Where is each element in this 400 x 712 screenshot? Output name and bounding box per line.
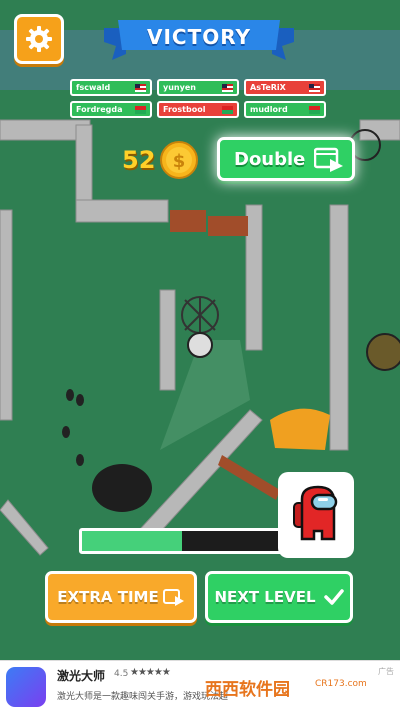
crewmate-avatar [278,472,354,558]
video-icon [314,147,343,172]
video-icon [162,589,184,606]
player-badge: AsTeRiX [244,79,326,96]
victory-title: VICTORY [146,25,252,49]
ad-app-icon[interactable] [6,667,46,707]
gear-icon [26,26,52,52]
flag-icon [309,83,320,92]
next-level-button[interactable]: NEXT LEVEL [205,571,353,623]
coin-icon: $ [160,141,199,179]
player-name: AsTeRiX [250,83,286,92]
next-level-label: NEXT LEVEL [214,588,316,606]
flag-icon [222,105,233,114]
progress-bar [79,528,289,554]
ad-stars: ★★★★★ [130,667,171,678]
flag-icon [309,105,320,114]
victory-banner: VICTORY [104,16,294,62]
ad-tag: 广告 [378,667,394,676]
player-badge: Fordregda [70,101,152,118]
player-badge: yunyen [157,79,239,96]
coin-count: 52 [122,146,156,174]
flag-icon [135,105,146,114]
flag-icon [135,83,146,92]
player-name: Fordregda [76,105,123,114]
extra-time-label: EXTRA TIME [57,588,159,606]
coin-counter: 52 $ [122,140,199,180]
player-name: fscwald [76,83,111,92]
svg-text:$: $ [173,151,186,172]
player-name: yunyen [163,83,196,92]
crewmate-icon [293,485,338,541]
extra-time-button[interactable]: EXTRA TIME [45,571,197,623]
player-badge: Frostbool [157,101,239,118]
player-badge: mudlord [244,101,326,118]
flag-icon [222,83,233,92]
double-label: Double [234,148,306,170]
settings-button[interactable] [14,14,64,64]
ad-banner[interactable]: 激光大师 4.5 ★★★★★ 激光大师是一款趣味闯关手游，游戏玩法超 西西软件园… [0,660,400,712]
player-badge: fscwald [70,79,152,96]
checkmark-icon [323,589,344,605]
watermark-logo: 西西软件园 [205,680,290,700]
player-name: Frostbool [163,105,206,114]
double-button[interactable]: Double [217,137,355,181]
ad-rating: 4.5 [114,669,129,679]
watermark-url: CR173.com [315,679,367,689]
player-list: fscwald yunyen AsTeRiX Fordregda Frostbo… [70,79,332,118]
player-name: mudlord [250,105,288,114]
ad-title: 激光大师 [57,669,106,683]
progress-fill [82,531,182,551]
